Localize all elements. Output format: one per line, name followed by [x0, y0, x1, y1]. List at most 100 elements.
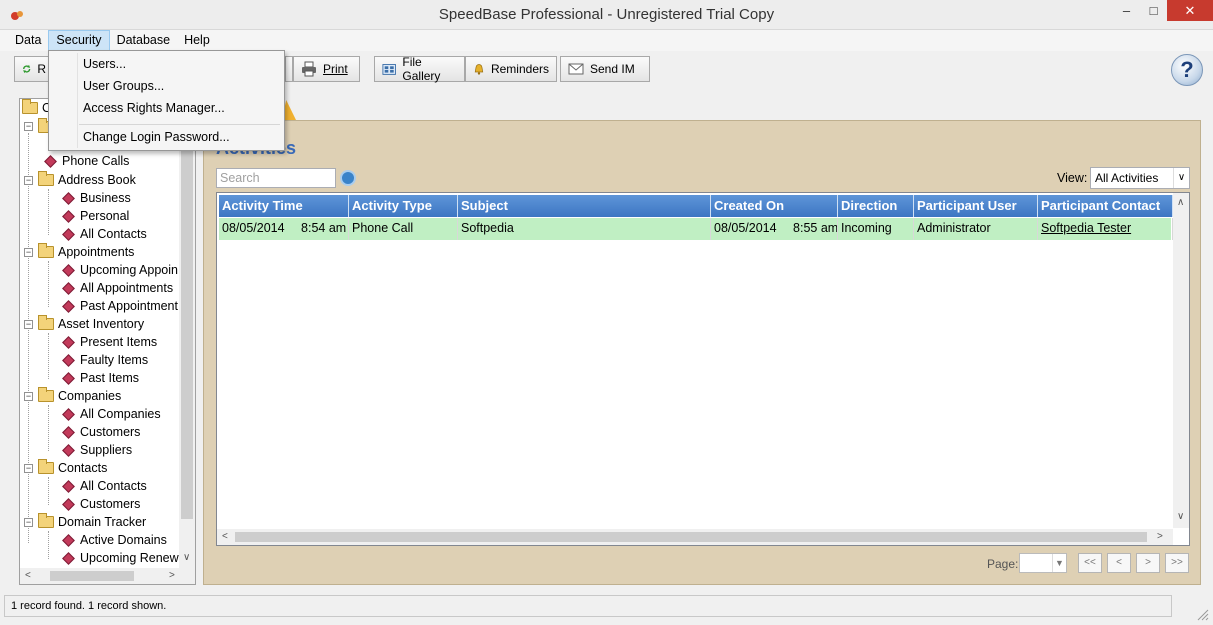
page-select[interactable]: ▼ — [1019, 553, 1067, 573]
tree-folder-address-book[interactable]: Address Book — [38, 171, 136, 189]
tree-item-upcoming-renewals[interactable]: Upcoming Renew — [62, 549, 179, 567]
tree-item-upcoming-appointments[interactable]: Upcoming Appoin — [62, 261, 178, 279]
minimize-button[interactable]: – — [1113, 0, 1140, 21]
next-page-button[interactable]: > — [1136, 553, 1160, 573]
tree-item-faulty-items[interactable]: Faulty Items — [62, 351, 148, 369]
page-label: Page: — [987, 557, 1019, 571]
scroll-right-icon[interactable]: > — [169, 570, 175, 581]
menu-data[interactable]: Data — [8, 30, 48, 51]
menu-help[interactable]: Help — [177, 30, 217, 51]
item-icon — [62, 209, 75, 223]
menu-item-user-groups[interactable]: User Groups... — [83, 79, 164, 93]
tree-item-all-appointments[interactable]: All Appointments — [62, 279, 173, 297]
collapse-icon[interactable]: − — [24, 392, 33, 401]
window-controls: – □ ✕ — [1113, 0, 1213, 22]
column-header[interactable]: Activity Type — [349, 195, 458, 217]
collapse-icon[interactable]: − — [24, 122, 33, 131]
status-text: 1 record found. 1 record shown. — [4, 595, 1172, 617]
activity-type-cell: Phone Call — [349, 218, 458, 240]
tree-item-past-items[interactable]: Past Items — [62, 369, 139, 387]
column-header[interactable]: Direction — [838, 195, 914, 217]
maximize-button[interactable]: □ — [1140, 0, 1167, 21]
tree-item-active-domains[interactable]: Active Domains — [62, 531, 167, 549]
close-button[interactable]: ✕ — [1167, 0, 1213, 21]
item-icon — [62, 551, 75, 565]
tree-folder-domain-tracker[interactable]: Domain Tracker — [38, 513, 146, 531]
grid-horizontal-scrollbar[interactable]: < > — [217, 529, 1173, 545]
menu-item-change-login-password[interactable]: Change Login Password... — [83, 130, 230, 144]
participant-contact-link[interactable]: Softpedia Tester — [1038, 218, 1173, 240]
tree-item-customers[interactable]: Customers — [62, 495, 140, 513]
column-header[interactable]: Created On — [711, 195, 838, 217]
send-im-label: Send IM — [590, 62, 635, 76]
menu-database[interactable]: Database — [110, 30, 178, 51]
column-header[interactable]: Participant Contact — [1038, 195, 1173, 217]
scroll-down-icon[interactable]: ∨ — [1177, 511, 1184, 522]
collapse-icon[interactable]: − — [24, 320, 33, 329]
tree-item-all-contacts[interactable]: All Contacts — [62, 225, 147, 243]
reminders-button[interactable]: Reminders — [465, 56, 557, 82]
tree-folder-contacts[interactable]: Contacts — [38, 459, 107, 477]
tree-item-past-appointments[interactable]: Past Appointment — [62, 297, 178, 315]
scroll-thumb[interactable] — [50, 571, 134, 581]
security-menu-dropdown: Users... User Groups... Access Rights Ma… — [48, 50, 285, 151]
activity-date: 08/05/2014 — [222, 221, 285, 235]
tree-vertical-scrollbar[interactable]: ∨ — [179, 99, 195, 568]
tree-item-present-items[interactable]: Present Items — [62, 333, 157, 351]
folder-icon — [38, 387, 54, 402]
collapse-icon[interactable]: − — [24, 518, 33, 527]
previous-page-button[interactable]: < — [1107, 553, 1131, 573]
tree-item-all-companies[interactable]: All Companies — [62, 405, 161, 423]
column-header[interactable]: Activity Time — [219, 195, 349, 217]
tree-folder-appointments[interactable]: Appointments — [38, 243, 134, 261]
resize-grip-icon[interactable] — [1197, 609, 1209, 621]
activity-time: 8:54 am — [301, 221, 347, 235]
scroll-thumb[interactable] — [181, 101, 193, 519]
help-icon[interactable]: ? — [1171, 54, 1203, 86]
navigation-tree: C − Phone Calls − Address Book Business … — [19, 98, 196, 585]
tree-folder-companies[interactable]: Companies — [38, 387, 121, 405]
menu-security[interactable]: Security — [48, 30, 110, 51]
activity-time-cell: 08/05/2014 8:54 am — [219, 218, 349, 240]
collapse-icon[interactable]: − — [24, 464, 33, 473]
first-page-button[interactable]: << — [1078, 553, 1102, 573]
status-bar: 1 record found. 1 record shown. — [0, 593, 1213, 625]
search-input[interactable]: Search — [216, 168, 336, 188]
grid-vertical-scrollbar[interactable]: ∧ ∨ — [1173, 193, 1189, 528]
item-icon — [62, 497, 75, 511]
file-gallery-button[interactable]: File Gallery — [374, 55, 465, 83]
scroll-down-icon[interactable]: ∨ — [183, 552, 190, 563]
tree-item-phone-calls[interactable]: Phone Calls — [44, 152, 129, 170]
last-page-button[interactable]: >> — [1165, 553, 1189, 573]
toolbar-hidden-button[interactable] — [285, 56, 293, 82]
scroll-right-icon[interactable]: > — [1157, 531, 1163, 542]
send-im-button[interactable]: Send IM — [560, 56, 650, 82]
column-header[interactable]: Subject — [458, 195, 711, 217]
scroll-thumb[interactable] — [235, 532, 1147, 542]
tree-folder-asset-inventory[interactable]: Asset Inventory — [38, 315, 144, 333]
view-label: View: — [1057, 171, 1088, 185]
gear-icon[interactable] — [340, 170, 356, 186]
folder-icon — [38, 513, 54, 528]
tree-item-personal[interactable]: Personal — [62, 207, 129, 225]
menu-item-users[interactable]: Users... — [83, 57, 126, 71]
view-select[interactable]: All Activities ∨ — [1090, 167, 1190, 189]
scroll-up-icon[interactable]: ∧ — [1177, 197, 1184, 208]
folder-icon — [38, 171, 54, 186]
scroll-left-icon[interactable]: < — [222, 531, 228, 542]
menu-item-access-rights-manager[interactable]: Access Rights Manager... — [83, 101, 225, 115]
tree-root[interactable]: C — [22, 99, 51, 117]
refresh-label: R — [37, 62, 46, 76]
tree-item-customers[interactable]: Customers — [62, 423, 140, 441]
tree-item-all-contacts[interactable]: All Contacts — [62, 477, 147, 495]
column-header[interactable]: Participant User — [914, 195, 1038, 217]
scroll-left-icon[interactable]: < — [25, 570, 31, 581]
tree-horizontal-scrollbar[interactable]: < > — [20, 568, 195, 584]
collapse-icon[interactable]: − — [24, 248, 33, 257]
print-button[interactable]: Print — [293, 56, 360, 82]
tree-item-business[interactable]: Business — [62, 189, 131, 207]
collapse-icon[interactable]: − — [24, 176, 33, 185]
table-row[interactable]: 08/05/2014 8:54 am Phone Call Softpedia … — [219, 218, 1173, 240]
item-icon — [62, 263, 75, 277]
tree-item-suppliers[interactable]: Suppliers — [62, 441, 132, 459]
